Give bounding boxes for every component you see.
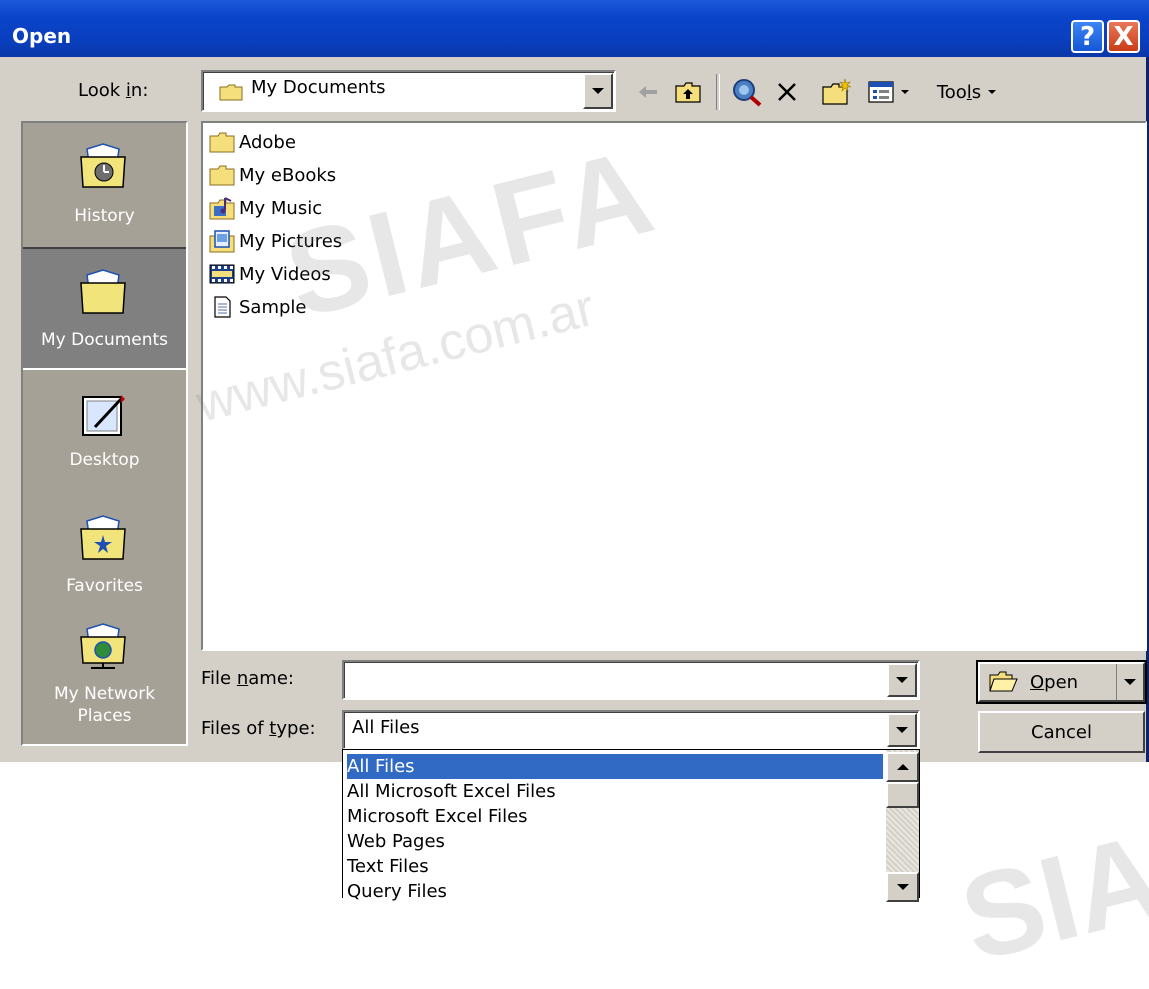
list-item[interactable]: Web Pages [347, 829, 883, 854]
chevron-down-icon [896, 884, 909, 890]
back-arrow-icon [639, 86, 657, 98]
views-icon [868, 81, 894, 103]
place-favorites[interactable]: Favorites [23, 495, 186, 618]
folder-icon [219, 84, 243, 101]
look-in-dropdown-button[interactable] [583, 73, 613, 109]
place-history[interactable]: History [23, 123, 186, 246]
cancel-button[interactable]: Cancel [978, 711, 1145, 753]
list-item[interactable]: Text Files [347, 854, 883, 879]
my-documents-icon [80, 269, 126, 314]
list-item[interactable]: Query Files [347, 879, 883, 904]
place-label: Desktop [69, 450, 140, 470]
back-button[interactable] [633, 72, 663, 112]
chevron-down-icon [896, 677, 908, 683]
window-title: Open [12, 24, 72, 48]
help-button[interactable]: ? [1071, 20, 1104, 53]
files-of-type-label: Files of type: [201, 718, 316, 739]
search-web-icon [733, 79, 762, 107]
place-label: My Network Places [53, 684, 156, 726]
videos-folder-icon [209, 264, 235, 284]
open-label: Open [1030, 671, 1079, 693]
files-of-type-dropdown-list[interactable]: All Files All Microsoft Excel Files Micr… [342, 749, 920, 902]
list-item[interactable]: Sample [209, 292, 307, 322]
music-folder-icon [209, 197, 235, 220]
close-button[interactable]: X [1107, 20, 1140, 53]
open-dialog: Open ? X Look in: My Documents Too l s H… [0, 0, 1149, 762]
folder-icon [209, 132, 235, 153]
folder-icon [209, 165, 235, 186]
list-item[interactable]: My Music [209, 193, 322, 223]
up-folder-icon [675, 82, 701, 103]
place-my-network-places[interactable]: My Network Places [23, 619, 186, 742]
list-item[interactable]: Adobe [209, 127, 296, 157]
toolbar-separator [716, 74, 720, 110]
place-label: History [74, 206, 135, 226]
delete-button[interactable] [770, 72, 804, 112]
list-item[interactable]: All Microsoft Excel Files [347, 779, 883, 804]
place-label: My Documents [40, 330, 169, 350]
chevron-down-icon [592, 88, 604, 94]
place-desktop[interactable]: Desktop [23, 371, 186, 494]
tools-button[interactable]: Too l s [928, 72, 1008, 112]
new-folder-icon [822, 78, 852, 105]
create-new-folder-button[interactable] [818, 72, 856, 112]
scroll-thumb[interactable] [886, 782, 919, 808]
chevron-down-icon [1124, 679, 1136, 685]
list-item[interactable]: My Pictures [209, 226, 342, 256]
search-web-button[interactable] [728, 72, 766, 112]
list-item[interactable]: All Files [347, 754, 883, 779]
look-in-value: My Documents [251, 77, 386, 98]
place-label: Favorites [66, 576, 143, 596]
files-of-type-value: All Files [352, 717, 420, 738]
watermark-bottom: SIAFA [949, 771, 1149, 987]
look-in-combo[interactable]: My Documents [201, 70, 616, 112]
favorites-icon [80, 515, 126, 560]
pictures-folder-icon [209, 230, 235, 253]
chevron-up-icon [896, 764, 909, 770]
file-name-dropdown-button[interactable] [887, 663, 917, 697]
open-button[interactable]: Open [976, 660, 1147, 704]
list-item[interactable]: My Videos [209, 259, 331, 289]
files-of-type-dropdown-button[interactable] [887, 713, 917, 747]
document-icon [214, 296, 231, 318]
look-in-label: Look in: [78, 80, 149, 101]
file-name-input[interactable] [342, 660, 920, 700]
list-item[interactable]: Microsoft Excel Files [347, 804, 883, 829]
file-list[interactable]: Adobe My eBooks My Music My Pictures My … [201, 121, 1147, 651]
list-item[interactable]: My eBooks [209, 160, 336, 190]
place-my-documents[interactable]: My Documents [23, 247, 186, 370]
network-places-icon [80, 623, 126, 669]
places-bar: History My Documents Desktop Favorites M… [21, 121, 188, 746]
dropdown-scrollbar[interactable] [886, 750, 919, 902]
delete-icon [778, 83, 796, 101]
views-button[interactable] [862, 72, 918, 112]
open-folder-icon [989, 671, 1018, 692]
title-bar[interactable]: Open ? X [0, 0, 1149, 57]
open-options-button[interactable] [1116, 664, 1143, 700]
chevron-down-icon [901, 90, 909, 94]
file-name-label: File name: [201, 668, 294, 689]
files-of-type-combo[interactable]: All Files [342, 710, 920, 750]
history-icon [80, 143, 126, 188]
chevron-down-icon [896, 727, 908, 733]
scroll-up-button[interactable] [886, 752, 919, 782]
chevron-down-icon [988, 90, 997, 94]
desktop-icon [82, 395, 125, 436]
up-one-level-button[interactable] [670, 72, 706, 112]
